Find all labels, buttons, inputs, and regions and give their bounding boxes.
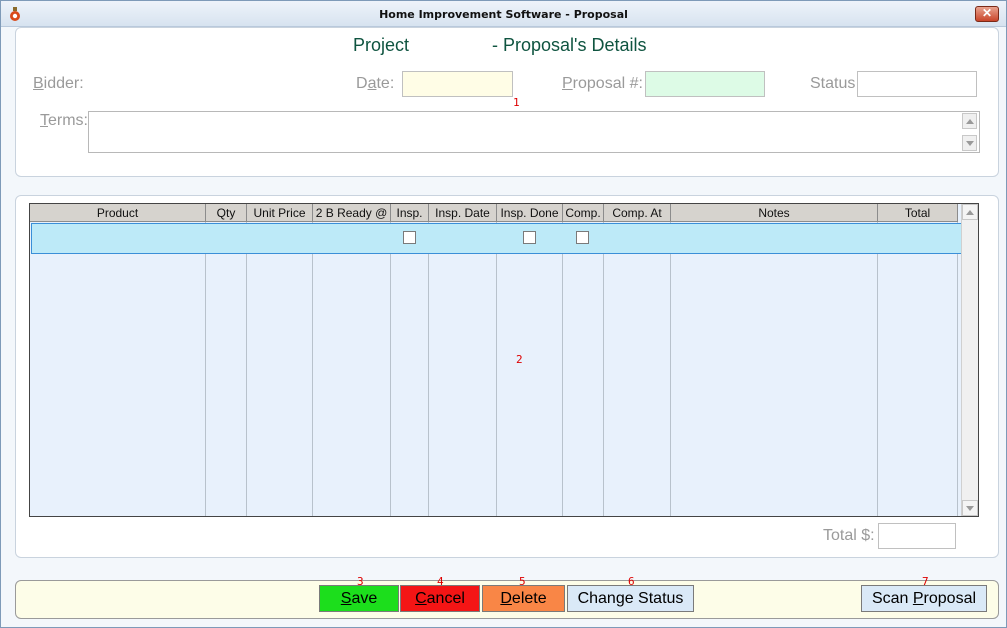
scan-proposal-button[interactable]: Scan Proposal <box>861 585 987 612</box>
column-header-comp-at[interactable]: Comp. At <box>604 204 671 222</box>
title-bar: Home Improvement Software - Proposal ✕ <box>1 1 1006 27</box>
column-divider <box>246 222 247 516</box>
column-header-insp-date[interactable]: Insp. Date <box>429 204 497 222</box>
column-divider <box>312 222 313 516</box>
bidder-label: Bidder: <box>33 75 84 92</box>
grid-scroll-down-button[interactable] <box>962 500 978 516</box>
grid-vertical-scrollbar[interactable] <box>961 204 978 516</box>
column-divider <box>390 222 391 516</box>
proposal-details-title: - Proposal's Details <box>492 35 647 55</box>
date-label: Date: <box>356 75 395 92</box>
marker-2: 2 <box>516 353 523 366</box>
total-label: Total $: <box>823 527 875 544</box>
column-header-unit-price[interactable]: Unit Price <box>247 204 313 222</box>
proposal-window: Home Improvement Software - Proposal ✕ P… <box>0 0 1007 628</box>
column-header-comp[interactable]: Comp. <box>563 204 604 222</box>
delete-button[interactable]: Delete <box>482 585 565 612</box>
insp-checkbox[interactable] <box>403 231 416 244</box>
column-header-qty[interactable]: Qty <box>206 204 247 222</box>
column-divider <box>957 222 958 516</box>
terms-textarea[interactable] <box>88 111 980 153</box>
column-divider <box>205 222 206 516</box>
column-divider <box>496 222 497 516</box>
comp-checkbox[interactable] <box>576 231 589 244</box>
date-field[interactable] <box>402 71 513 97</box>
proposal-number-field[interactable] <box>645 71 765 97</box>
window-title: Home Improvement Software - Proposal <box>379 8 628 21</box>
arrow-up-icon <box>966 119 974 124</box>
status-label: Status <box>810 75 856 92</box>
cancel-button[interactable]: Cancel <box>400 585 480 612</box>
arrow-down-icon <box>966 506 974 511</box>
column-divider <box>603 222 604 516</box>
terms-scroll-down-button[interactable] <box>962 135 977 151</box>
marker-1: 1 <box>513 96 520 109</box>
column-header-notes[interactable]: Notes <box>671 204 878 222</box>
save-button[interactable]: Save <box>319 585 399 612</box>
column-divider <box>562 222 563 516</box>
column-header-product[interactable]: Product <box>30 204 206 222</box>
grid-scroll-up-button[interactable] <box>962 204 978 220</box>
column-header-insp[interactable]: Insp. <box>391 204 429 222</box>
proposal-number-label: Proposal #: <box>562 75 643 92</box>
table-row-selected[interactable] <box>31 223 962 254</box>
column-header-insp-done[interactable]: Insp. Done <box>497 204 563 222</box>
column-divider <box>670 222 671 516</box>
column-divider <box>428 222 429 516</box>
column-divider <box>877 222 878 516</box>
insp-done-checkbox[interactable] <box>523 231 536 244</box>
column-header-total[interactable]: Total <box>878 204 958 222</box>
terms-label: Terms: <box>40 112 88 129</box>
line-items-grid[interactable]: Product Qty Unit Price 2 B Ready @ Insp.… <box>29 203 979 517</box>
status-field[interactable] <box>857 71 977 97</box>
project-label: Project <box>353 35 410 55</box>
arrow-down-icon <box>966 141 974 146</box>
terms-scroll-up-button[interactable] <box>962 113 977 129</box>
total-field[interactable] <box>878 523 956 549</box>
close-icon: ✕ <box>981 6 993 20</box>
change-status-button[interactable]: Change Status <box>567 585 694 612</box>
column-header-ready[interactable]: 2 B Ready @ <box>313 204 391 222</box>
close-button[interactable]: ✕ <box>975 6 999 22</box>
arrow-up-icon <box>966 210 974 215</box>
